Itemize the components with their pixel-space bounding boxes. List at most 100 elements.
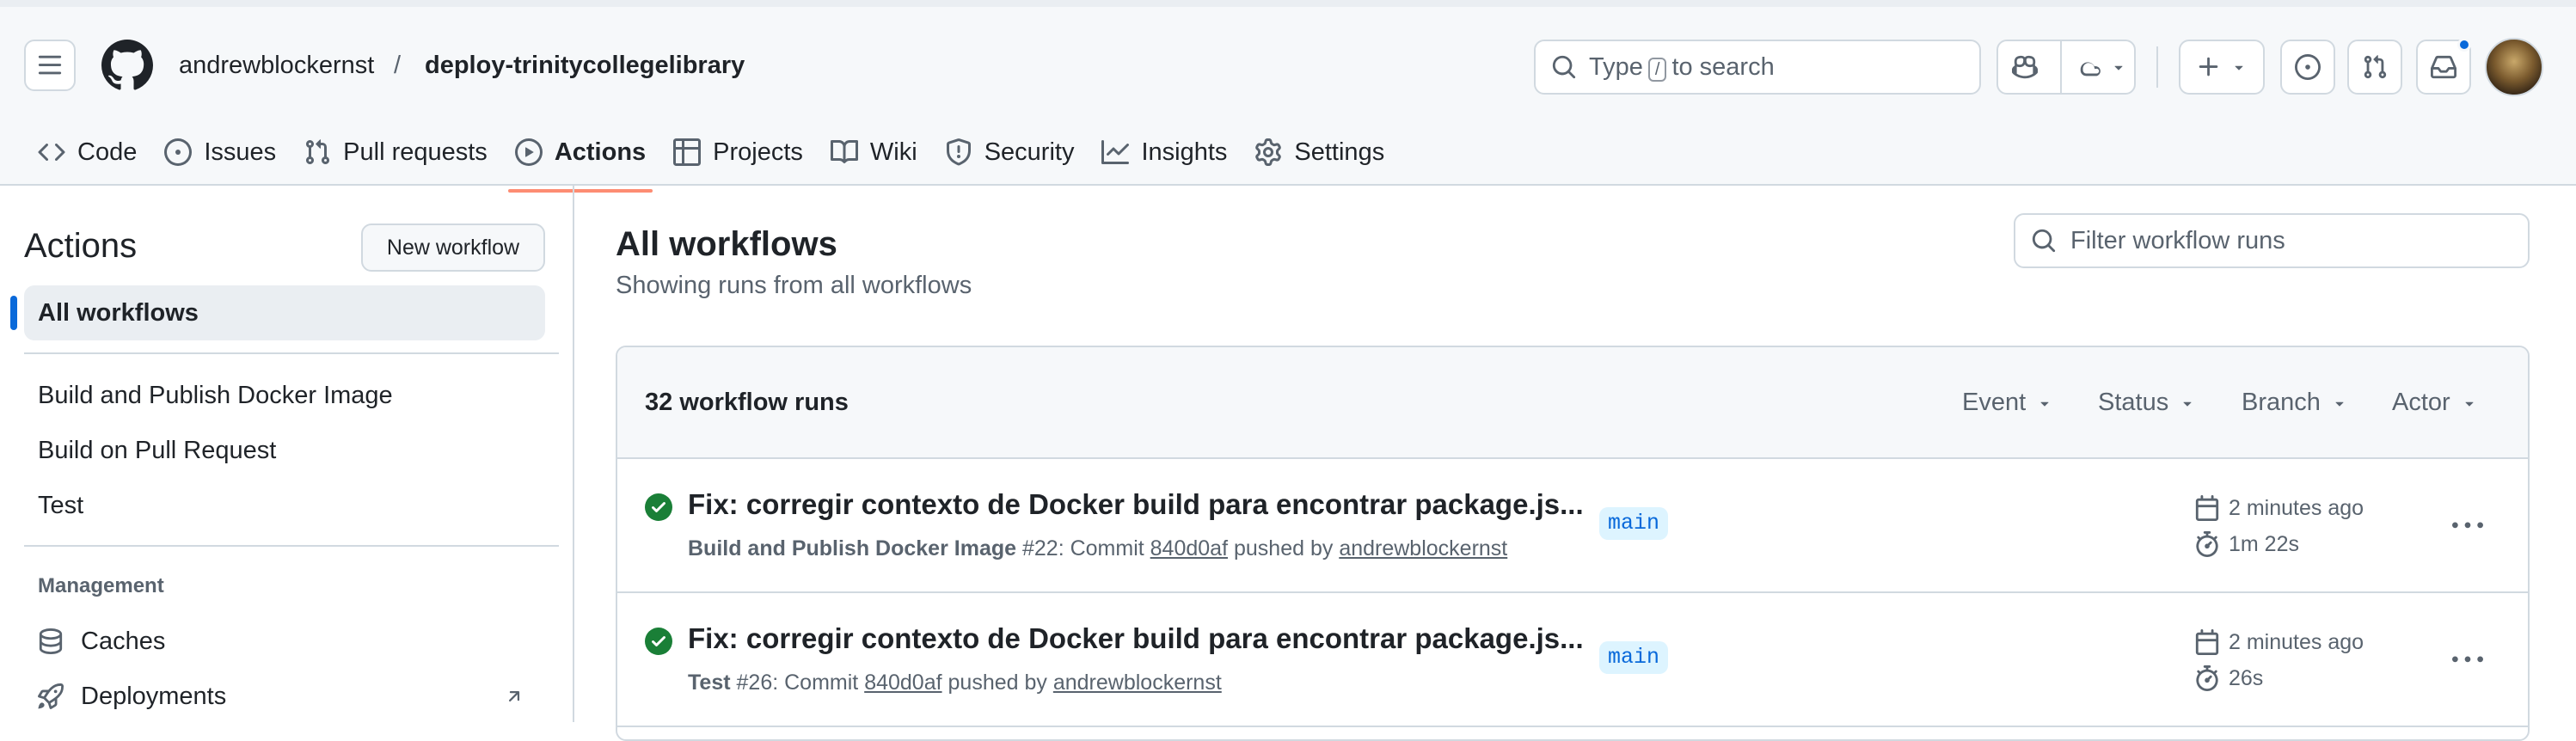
tab-label: Projects (713, 138, 803, 166)
runs-list-header: 32 workflow runs Event Status Branch Act… (617, 347, 2528, 459)
filter-placeholder: Filter workflow runs (2070, 226, 2285, 254)
event-filter-dropdown[interactable]: Event (1962, 389, 2053, 417)
cloud-icon (2080, 62, 2101, 77)
tab-projects[interactable]: Projects (659, 129, 817, 175)
branch-filter-dropdown[interactable]: Branch (2242, 389, 2348, 417)
tab-label: Security (984, 138, 1075, 166)
chevron-down-icon (2335, 401, 2344, 407)
run-workflow-name: Test (688, 671, 731, 695)
copilot-menu-button[interactable] (2070, 54, 2134, 80)
header-divider (2156, 46, 2158, 88)
github-logo[interactable] (101, 40, 153, 91)
tab-insights[interactable]: Insights (1088, 129, 1241, 175)
repo-navigation: Code Issues Pull requests Actions Projec… (24, 129, 1398, 193)
sidebar-item-deployments[interactable]: Deployments (24, 669, 545, 724)
graph-icon (1101, 140, 1130, 164)
run-number: #26 (736, 671, 773, 695)
chevron-down-icon (2040, 401, 2049, 407)
tab-label: Code (77, 138, 138, 166)
rocket-icon (38, 683, 64, 709)
actor-filter-dropdown[interactable]: Actor (2392, 389, 2478, 417)
search-prefix: Type (1589, 52, 1643, 81)
unread-indicator (2457, 38, 2471, 52)
plus-icon (2199, 57, 2218, 77)
actor-link[interactable]: andrewblockernst (1053, 671, 1222, 695)
status-filter-dropdown[interactable]: Status (2098, 389, 2196, 417)
your-issues-button[interactable] (2280, 40, 2335, 95)
workflow-run-row[interactable]: Fix: corregir contexto de Docker build p… (617, 459, 2528, 593)
actor-link[interactable]: andrewblockernst (1339, 536, 1507, 560)
branch-tag[interactable]: main (1599, 507, 1669, 540)
table-icon (673, 138, 702, 166)
breadcrumb-repo[interactable]: deploy-trinitycollegelibrary (425, 50, 745, 81)
run-commit-label: : Commit (1058, 536, 1144, 560)
filter-label: Status (2098, 389, 2169, 416)
run-number: #22 (1021, 536, 1058, 560)
chevron-down-icon (2183, 401, 2192, 407)
play-icon (514, 138, 543, 166)
new-workflow-button[interactable]: New workflow (361, 224, 545, 272)
sidebar-item-label: Caches (81, 627, 166, 655)
filter-label: Branch (2242, 389, 2321, 416)
tab-security[interactable]: Security (931, 129, 1089, 175)
tab-pull-requests[interactable]: Pull requests (290, 129, 501, 175)
search-icon (1552, 55, 1576, 79)
shield-icon (946, 138, 971, 166)
copilot-button[interactable] (1998, 41, 2052, 93)
run-title-link[interactable]: Fix: corregir contexto de Docker build p… (688, 622, 1584, 655)
filter-label: Actor (2392, 389, 2450, 416)
chevron-down-icon (2235, 65, 2243, 70)
inbox-icon (2431, 55, 2456, 79)
tab-issues[interactable]: Issues (150, 129, 290, 175)
tab-code[interactable]: Code (24, 129, 150, 175)
book-icon (830, 139, 858, 163)
tab-actions[interactable]: Actions (501, 129, 659, 193)
create-new-button[interactable] (2179, 40, 2265, 95)
filter-workflow-runs-input[interactable]: Filter workflow runs (2014, 213, 2530, 268)
calendar-icon (2195, 629, 2219, 655)
avatar[interactable] (2485, 38, 2543, 96)
copilot-icon (2012, 55, 2038, 79)
tab-settings[interactable]: Settings (1241, 129, 1398, 175)
sidebar-divider (24, 352, 559, 354)
your-pull-requests-button[interactable] (2347, 40, 2402, 95)
kebab-horizontal-icon (2452, 656, 2483, 663)
sidebar-item-build-and-publish-docker-image[interactable]: Build and Publish Docker Image (24, 368, 545, 423)
code-icon (38, 143, 65, 162)
runs-count: 32 workflow runs (645, 389, 849, 416)
run-kebab-menu-button[interactable] (2447, 511, 2488, 542)
sidebar-item-build-on-pull-request[interactable]: Build on Pull Request (24, 423, 545, 478)
run-duration: 26s (2194, 665, 2263, 691)
search-shortcut-key: / (1647, 57, 1667, 82)
chevron-down-icon (2465, 401, 2474, 407)
calendar-icon (2195, 495, 2219, 521)
branch-tag[interactable]: main (1599, 641, 1669, 674)
breadcrumb-owner[interactable]: andrewblockernst (179, 50, 374, 81)
run-meta: Test #26: Commit 840d0af pushed by andre… (688, 671, 1222, 695)
run-commit-label: : Commit (772, 671, 859, 695)
sidebar-divider (24, 545, 559, 547)
sidebar-item-all-workflows[interactable]: All workflows (10, 285, 545, 340)
page-title: All workflows (616, 225, 837, 263)
workflow-run-row[interactable]: Fix: corregir contexto de Docker build p… (617, 593, 2528, 727)
issue-icon (164, 138, 193, 166)
tab-label: Issues (204, 138, 277, 166)
arrow-up-right-icon (508, 691, 520, 702)
tab-label: Settings (1294, 138, 1385, 166)
commit-link[interactable]: 840d0af (1150, 536, 1228, 560)
pull-request-icon (306, 139, 330, 165)
run-meta: Build and Publish Docker Image #22: Comm… (688, 536, 1507, 561)
menu-button[interactable] (24, 40, 76, 91)
global-search-input[interactable]: Type / to search (1534, 40, 1981, 95)
filter-label: Event (1962, 389, 2027, 416)
run-title-link[interactable]: Fix: corregir contexto de Docker build p… (688, 488, 1584, 521)
actions-sidebar: Actions New workflow All workflows Build… (0, 186, 574, 722)
tab-label: Wiki (869, 138, 917, 166)
pull-request-icon (2364, 55, 2387, 79)
commit-link[interactable]: 840d0af (864, 671, 941, 695)
tab-wiki[interactable]: Wiki (817, 129, 931, 175)
sidebar-item-caches[interactable]: Caches (24, 614, 545, 669)
run-kebab-menu-button[interactable] (2447, 645, 2488, 676)
run-duration: 1m 22s (2194, 531, 2299, 557)
sidebar-item-test[interactable]: Test (24, 478, 545, 533)
